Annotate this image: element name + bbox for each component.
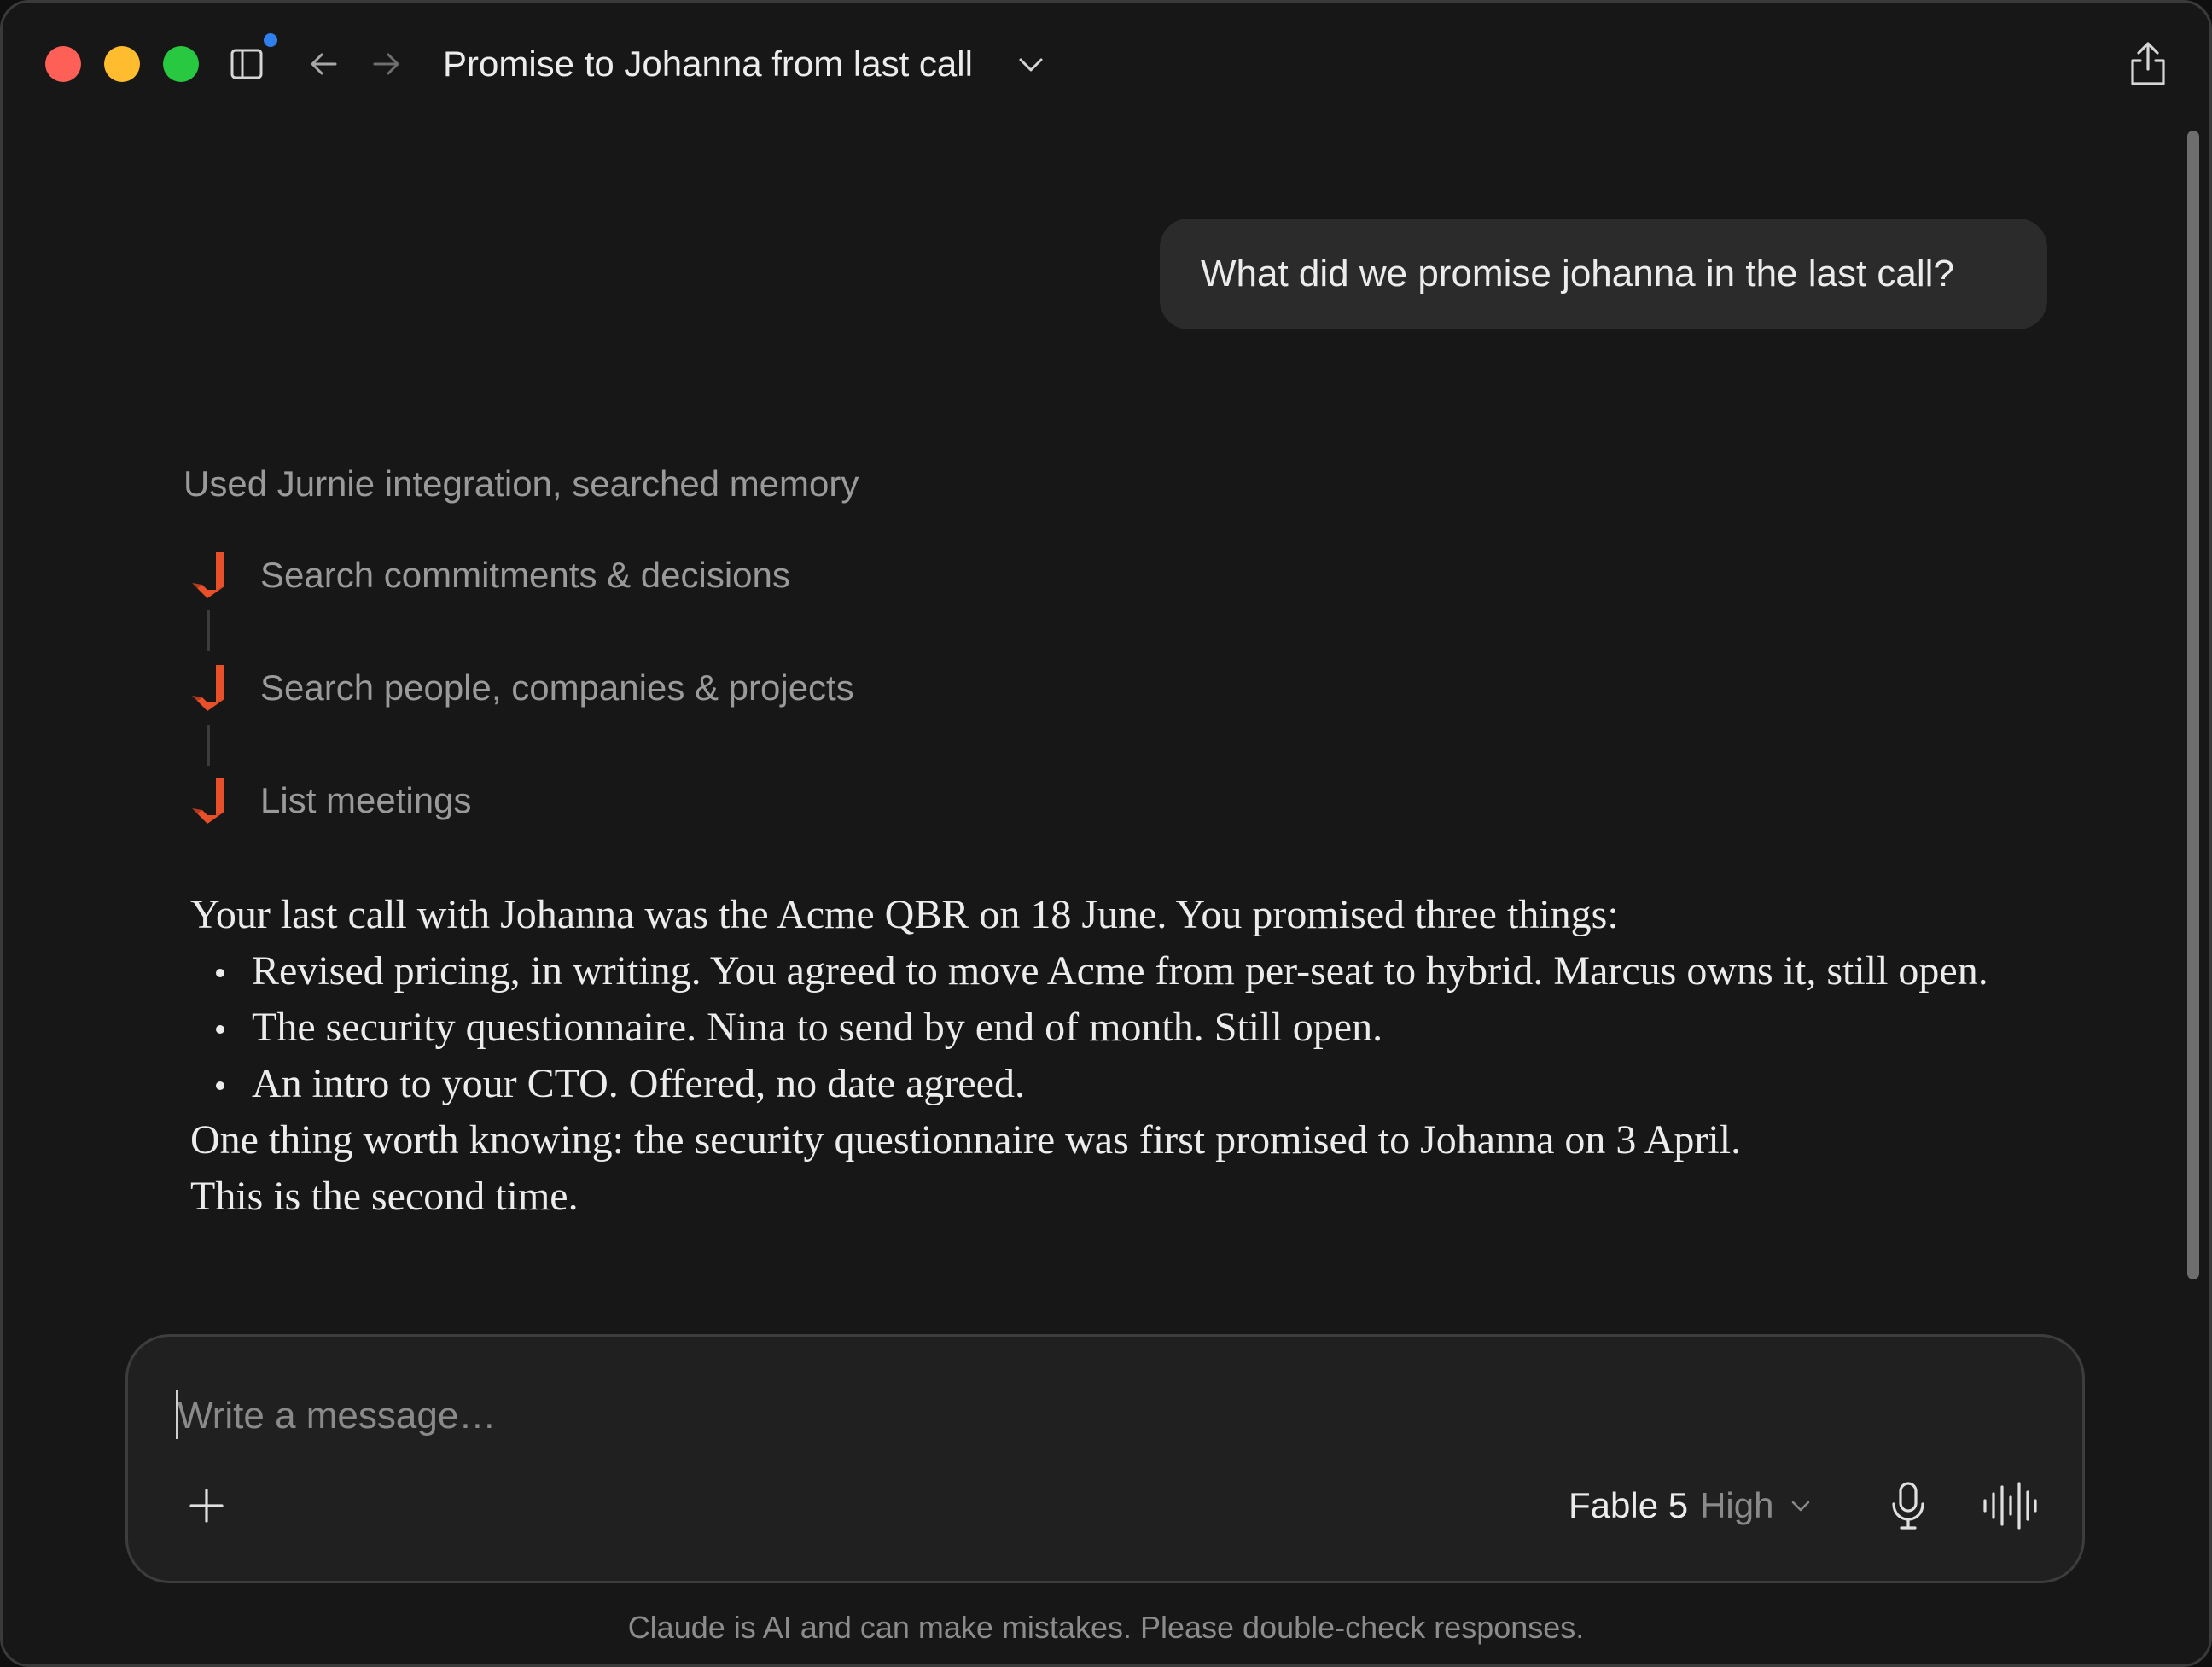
microphone-icon[interactable] bbox=[1889, 1480, 1927, 1531]
response-bullet-list: Revised pricing, in writing. You agreed … bbox=[190, 943, 2068, 1112]
close-button[interactable] bbox=[45, 46, 81, 82]
title-bar: Promise to Johanna from last call bbox=[3, 3, 2209, 122]
response-outro-continued: This is the second time. bbox=[190, 1174, 579, 1219]
tool-step-search-commitments[interactable]: Search commitments & decisions bbox=[183, 545, 1037, 605]
sidebar-toggle-icon[interactable] bbox=[230, 47, 264, 81]
conversation-title[interactable]: Promise to Johanna from last call bbox=[443, 40, 973, 88]
jurnie-logo-icon bbox=[192, 778, 224, 824]
model-effort: High bbox=[1700, 1485, 1774, 1525]
zoom-button[interactable] bbox=[163, 46, 199, 82]
chevron-down-icon bbox=[1792, 1501, 1810, 1512]
jurnie-logo-icon bbox=[192, 552, 224, 598]
jurnie-logo-icon bbox=[192, 665, 224, 711]
tool-step-list-meetings[interactable]: List meetings bbox=[183, 771, 1037, 831]
voice-waveform-icon[interactable] bbox=[1982, 1480, 2038, 1531]
tool-step-search-people[interactable]: Search people, companies & projects bbox=[183, 658, 1037, 718]
ai-disclaimer: Claude is AI and can make mistakes. Plea… bbox=[627, 1610, 1585, 1645]
text-caret bbox=[176, 1390, 178, 1439]
plus-icon[interactable] bbox=[188, 1487, 225, 1524]
minimize-button[interactable] bbox=[104, 46, 140, 82]
tool-step-connector bbox=[207, 725, 210, 766]
share-icon[interactable] bbox=[2126, 40, 2170, 88]
tool-step-label: Search commitments & decisions bbox=[260, 555, 790, 595]
response-bullet: The security questionnaire. Nina to send… bbox=[190, 1000, 2068, 1056]
tool-step-label: Search people, companies & projects bbox=[260, 667, 854, 708]
response-intro: Your last call with Johanna was the Acme… bbox=[190, 892, 1619, 937]
message-composer: Fable 5 High bbox=[125, 1334, 2085, 1583]
tool-usage-summary[interactable]: Used Jurnie integration, searched memory bbox=[183, 459, 859, 509]
response-bullet: Revised pricing, in writing. You agreed … bbox=[190, 943, 2068, 1000]
notification-dot bbox=[264, 33, 277, 47]
app-window: Promise to Johanna from last call What d… bbox=[0, 0, 2212, 1667]
response-bullet: An intro to your CTO. Offered, no date a… bbox=[190, 1056, 2068, 1112]
tool-step-label: List meetings bbox=[260, 780, 472, 820]
model-name: Fable 5 bbox=[1569, 1485, 1689, 1525]
user-message: What did we promise johanna in the last … bbox=[1160, 219, 2047, 329]
back-arrow-icon[interactable] bbox=[308, 49, 339, 79]
forward-arrow-icon[interactable] bbox=[371, 49, 402, 79]
message-input[interactable] bbox=[176, 1381, 1971, 1451]
assistant-response: Your last call with Johanna was the Acme… bbox=[190, 887, 2068, 1225]
tool-step-connector bbox=[207, 610, 210, 651]
model-selector[interactable]: Fable 5 High bbox=[1569, 1480, 1813, 1531]
response-outro: One thing worth knowing: the security qu… bbox=[190, 1117, 1742, 1163]
chevron-down-icon[interactable] bbox=[1016, 50, 1045, 79]
scrollbar[interactable] bbox=[2187, 131, 2199, 1279]
